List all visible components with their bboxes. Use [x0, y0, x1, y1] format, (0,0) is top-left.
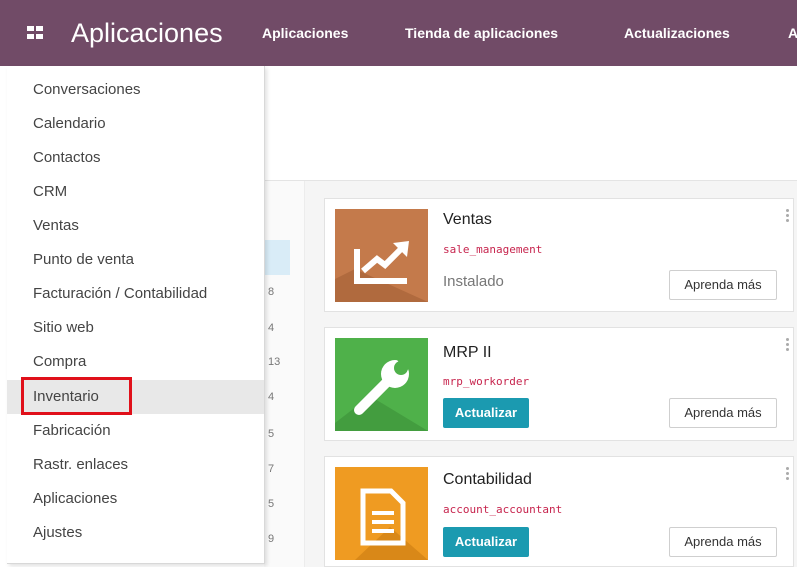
category-count: 13	[268, 356, 281, 368]
kebab-menu-icon[interactable]	[786, 209, 789, 224]
learn-more-button[interactable]: Aprenda más	[669, 398, 777, 428]
highlight-annotation	[21, 377, 132, 415]
wrench-icon	[335, 338, 428, 431]
app-card-ventas[interactable]: Ventas sale_management Instalado Aprenda…	[324, 198, 794, 312]
category-count: 9	[268, 533, 275, 545]
menu-item-contactos[interactable]: Contactos	[7, 141, 264, 175]
menu-item-fabricacion[interactable]: Fabricación	[7, 414, 264, 448]
app-technical-name: account_accountant	[443, 503, 563, 516]
nav-aplicaciones[interactable]: Aplicaciones	[262, 24, 348, 42]
category-count: 5	[268, 498, 275, 510]
menu-item-conversaciones[interactable]: Conversaciones	[7, 73, 264, 107]
nav-tienda-aplicaciones[interactable]: Tienda de aplicaciones	[405, 24, 558, 42]
category-selected[interactable]	[264, 240, 290, 275]
menu-item-compra[interactable]: Compra	[7, 345, 264, 379]
menu-item-calendario[interactable]: Calendario	[7, 107, 264, 141]
app-name: MRP II	[443, 344, 492, 361]
category-count: 8	[268, 286, 275, 298]
menu-item-crm[interactable]: CRM	[7, 175, 264, 209]
chart-trend-icon	[335, 209, 428, 302]
app-status: Instalado	[443, 273, 504, 290]
app-card-contabilidad[interactable]: Contabilidad account_accountant Actualiz…	[324, 456, 794, 567]
nav-more[interactable]: A	[788, 24, 797, 42]
apps-dropdown-menu: Conversaciones Calendario Contactos CRM …	[7, 66, 265, 564]
menu-item-rastr-enlaces[interactable]: Rastr. enlaces	[7, 448, 264, 482]
app-title: Aplicaciones	[71, 18, 223, 48]
apps-grid-icon[interactable]	[27, 26, 44, 40]
category-count: 4	[268, 391, 275, 403]
app-name: Contabilidad	[443, 471, 532, 488]
nav-actualizaciones[interactable]: Actualizaciones	[624, 24, 730, 42]
menu-item-ajustes[interactable]: Ajustes	[7, 516, 264, 550]
menu-item-facturacion[interactable]: Facturación / Contabilidad	[7, 277, 264, 311]
kebab-menu-icon[interactable]	[786, 467, 789, 482]
menu-item-aplicaciones[interactable]: Aplicaciones	[7, 482, 264, 516]
document-icon	[335, 467, 428, 560]
app-technical-name: mrp_workorder	[443, 375, 530, 388]
menu-item-sitio-web[interactable]: Sitio web	[7, 311, 264, 345]
learn-more-button[interactable]: Aprenda más	[669, 527, 777, 557]
category-count: 5	[268, 428, 275, 440]
learn-more-button[interactable]: Aprenda más	[669, 270, 777, 300]
category-count: 7	[268, 463, 275, 475]
update-button[interactable]: Actualizar	[443, 527, 529, 557]
kebab-menu-icon[interactable]	[786, 338, 789, 353]
update-button[interactable]: Actualizar	[443, 398, 529, 428]
category-count: 4	[268, 322, 275, 334]
top-navbar: Aplicaciones Aplicaciones Tienda de apli…	[0, 0, 797, 66]
app-name: Ventas	[443, 211, 492, 228]
app-technical-name: sale_management	[443, 243, 543, 256]
menu-item-punto-de-venta[interactable]: Punto de venta	[7, 243, 264, 277]
app-card-mrp[interactable]: MRP II mrp_workorder Actualizar Aprenda …	[324, 327, 794, 441]
menu-item-ventas[interactable]: Ventas	[7, 209, 264, 243]
